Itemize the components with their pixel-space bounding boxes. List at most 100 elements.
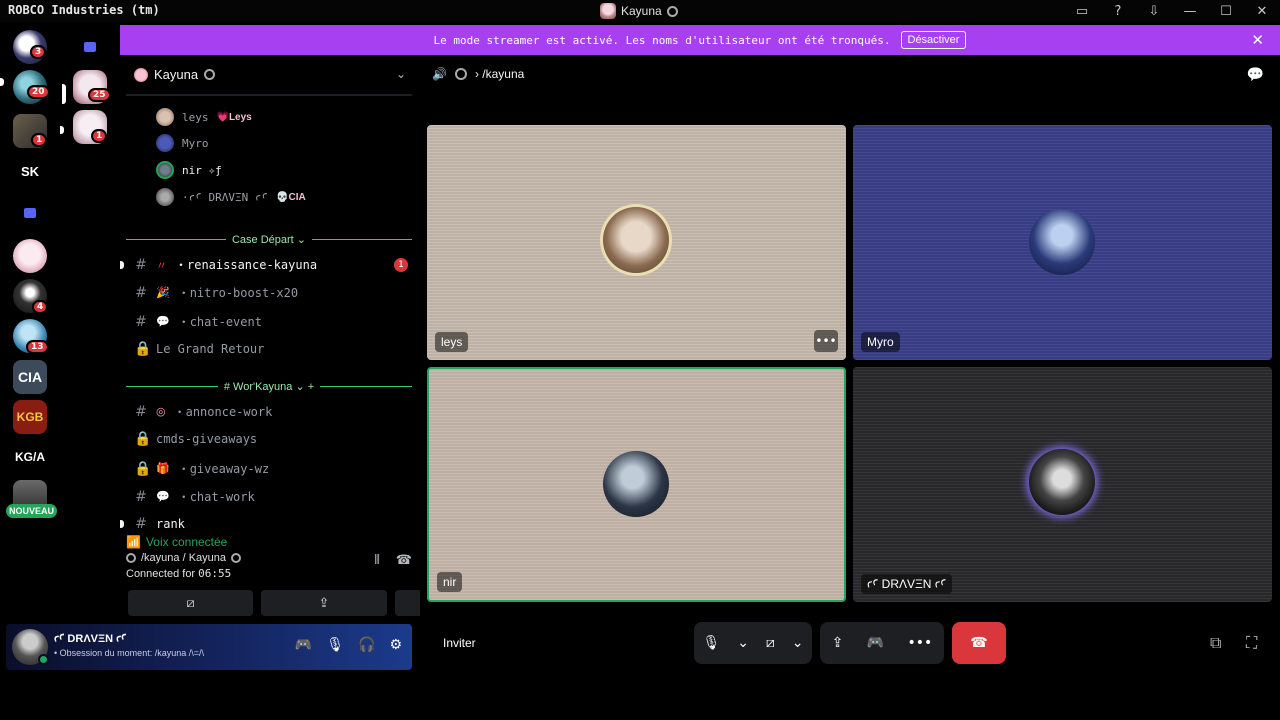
tile-label: ꜥꜤ DRΛVΞN ꜥꜤ bbox=[861, 574, 953, 594]
screenshare-icon[interactable]: ⇪ bbox=[832, 635, 844, 651]
video-tile-leys[interactable]: leys ••• bbox=[427, 125, 846, 360]
help-icon[interactable]: ? bbox=[1100, 0, 1136, 22]
channel-rank[interactable]: # rank bbox=[120, 516, 408, 532]
camera-toggle-button[interactable]: ⧄ bbox=[128, 590, 254, 616]
headphones-icon[interactable]: 🎧 bbox=[358, 637, 375, 653]
boost-badge-icon bbox=[204, 69, 216, 80]
category-workayuna[interactable]: # Wor'Kayuna ⌄ + bbox=[126, 380, 412, 393]
tile-label: Myro bbox=[861, 332, 900, 352]
signal-icon: 📶 bbox=[126, 535, 141, 549]
voice-stage: 🔊 › /kayuna 💬 leys ••• Myro nir ꜥꜤ DRΛVΞ… bbox=[420, 55, 1280, 672]
popout-icon[interactable]: ⧉ bbox=[1210, 633, 1221, 653]
voice-user-myro[interactable]: Myro bbox=[156, 134, 209, 152]
chevron-down-icon[interactable]: ⌄ bbox=[792, 635, 804, 651]
channel-renaissance-kayuna[interactable]: # 〃 ・renaissance-kayuna 1 bbox=[120, 256, 408, 273]
microphone-icon[interactable]: 🎙 bbox=[702, 635, 720, 651]
channel-nitro-boost[interactable]: # 🎉 ・nitro-boost-x20 bbox=[134, 284, 408, 301]
chevron-down-icon[interactable]: ⌄ bbox=[396, 67, 406, 81]
voice-user-draven[interactable]: ·⁠ꜥꜤ DRΛVΞN ꜥꜤ 💀CIA bbox=[156, 188, 306, 206]
server-folder-icon[interactable] bbox=[13, 196, 47, 230]
category-label: Case Départ ⌄ bbox=[231, 234, 307, 246]
close-button[interactable]: ✕ bbox=[1244, 0, 1280, 22]
voice-status-text[interactable]: Voix connectée bbox=[146, 535, 227, 549]
invite-button[interactable]: Inviter bbox=[443, 636, 476, 650]
avatar bbox=[603, 451, 669, 517]
channel-emoji: 🎁 bbox=[156, 462, 170, 475]
disconnect-icon[interactable]: ☎ bbox=[396, 553, 412, 568]
camera-off-icon[interactable]: ⧄ bbox=[766, 635, 775, 651]
more-options-icon[interactable]: ••• bbox=[908, 635, 933, 651]
channel-name: Le Grand Retour bbox=[156, 342, 265, 356]
gamepad-icon[interactable]: 🎮 bbox=[295, 637, 312, 653]
server-label-sk[interactable]: SK bbox=[13, 154, 47, 188]
mention-badge: 3 bbox=[30, 45, 47, 59]
more-options-icon[interactable]: ••• bbox=[814, 330, 838, 352]
category-case-depart[interactable]: Case Départ ⌄ bbox=[126, 233, 412, 246]
gear-icon[interactable]: ⚙ bbox=[389, 637, 402, 653]
download-icon[interactable]: ⇩ bbox=[1136, 0, 1172, 22]
video-tile-draven[interactable]: ꜥꜤ DRΛVΞN ꜥꜤ bbox=[853, 367, 1272, 602]
channel-cmds-giveaways[interactable]: 🔒 cmds-giveaways bbox=[134, 431, 408, 447]
channel-chat-event[interactable]: # 💬 ・chat-event bbox=[134, 313, 408, 330]
server-badge-icon bbox=[666, 5, 678, 17]
fullscreen-icon[interactable]: ⛶ bbox=[1246, 633, 1257, 653]
chevron-down-icon[interactable]: ⌄ bbox=[737, 635, 749, 651]
share-controls: ⇪ 🎮 ••• bbox=[820, 622, 944, 664]
voice-panel-icons: ⫴ ☎ bbox=[374, 553, 412, 568]
gamepad-icon[interactable]: 🎮 bbox=[867, 635, 884, 651]
hash-icon: # bbox=[135, 488, 147, 505]
boost-badge-icon bbox=[231, 553, 242, 563]
voice-user-nir[interactable]: nir ✧ƒ bbox=[156, 161, 222, 179]
maximize-button[interactable]: ☐ bbox=[1208, 0, 1244, 22]
channel-chat-work[interactable]: # 💬 ・chat-work bbox=[134, 488, 408, 505]
channel-emoji: 〃 bbox=[156, 258, 167, 272]
divider bbox=[126, 94, 412, 96]
channel-annonce-work[interactable]: # ◎ ・annonce-work bbox=[134, 403, 408, 420]
banner-text: Le mode streamer est activé. Les noms d'… bbox=[433, 33, 891, 47]
hangup-button[interactable]: ☎ bbox=[952, 622, 1006, 664]
channel-giveaway-wz[interactable]: 🔒 🎁 ・giveaway-wz bbox=[134, 460, 408, 477]
server-label-cia[interactable]: CIA bbox=[13, 360, 47, 394]
banner-close-icon[interactable]: ✕ bbox=[1251, 31, 1264, 49]
avatar bbox=[1029, 449, 1095, 515]
channel-le-grand-retour[interactable]: 🔒 Le Grand Retour bbox=[134, 341, 408, 357]
channel-name: ・annonce-work bbox=[173, 405, 273, 419]
server-badge-icon bbox=[454, 68, 467, 80]
channel-sidebar: Kayuna ⌄ leys 💗Leys Myro nir ✧ƒ ·⁠ꜥꜤ DRΛ… bbox=[120, 55, 520, 672]
guild-header[interactable]: Kayuna bbox=[134, 67, 216, 82]
screenshare-button[interactable]: ⇪ bbox=[261, 590, 387, 616]
voice-channel-name: /kayuna / Kayuna bbox=[141, 552, 227, 564]
video-tile-myro[interactable]: Myro bbox=[853, 125, 1272, 360]
mention-badge: 1 bbox=[31, 133, 48, 147]
stage-header: 🔊 › /kayuna bbox=[432, 67, 524, 81]
voice-channel-link[interactable]: /kayuna / Kayuna bbox=[126, 552, 416, 564]
lock-icon: 🔒 bbox=[134, 431, 152, 447]
minimize-button[interactable]: — bbox=[1172, 0, 1208, 22]
connected-time: Connected for 06:55 bbox=[126, 567, 416, 580]
av-controls: 🎙 ⌄ ⧄ ⌄ bbox=[694, 622, 812, 664]
microphone-icon[interactable]: 🎙 bbox=[326, 637, 344, 653]
window-title-text: Kayuna bbox=[621, 4, 662, 18]
server-label-kgb[interactable]: KGB bbox=[13, 400, 47, 434]
speaker-icon: 🔊 bbox=[432, 67, 447, 81]
server-icon[interactable] bbox=[13, 239, 47, 273]
unread-indicator bbox=[120, 260, 124, 269]
video-tile-nir[interactable]: nir bbox=[427, 367, 846, 602]
channel-name: ・chat-event bbox=[177, 315, 262, 329]
guild-icon bbox=[134, 67, 148, 82]
mention-badge: 1 bbox=[91, 129, 108, 143]
mention-badge: 25 bbox=[88, 88, 111, 102]
channel-emoji: 💬 bbox=[156, 315, 170, 328]
disable-streamer-button[interactable]: Désactiver bbox=[900, 31, 967, 49]
channel-name: rank bbox=[156, 517, 185, 531]
server-label-kga[interactable]: KG/A bbox=[13, 440, 47, 474]
voice-user-leys[interactable]: leys 💗Leys bbox=[156, 108, 252, 126]
server-folder-icon[interactable] bbox=[73, 30, 107, 64]
guild-name: Kayuna bbox=[154, 67, 199, 82]
noise-suppression-icon[interactable]: ⫴ bbox=[374, 553, 379, 568]
username[interactable]: ꜥꜤ DRΛVΞN ꜥꜤ bbox=[54, 632, 126, 645]
inbox-icon[interactable]: ▭ bbox=[1064, 0, 1100, 22]
chat-icon[interactable]: 💬 bbox=[1247, 67, 1264, 83]
voice-user-name: nir ✧ƒ bbox=[182, 163, 222, 177]
channel-name: ・nitro-boost-x20 bbox=[177, 286, 299, 300]
